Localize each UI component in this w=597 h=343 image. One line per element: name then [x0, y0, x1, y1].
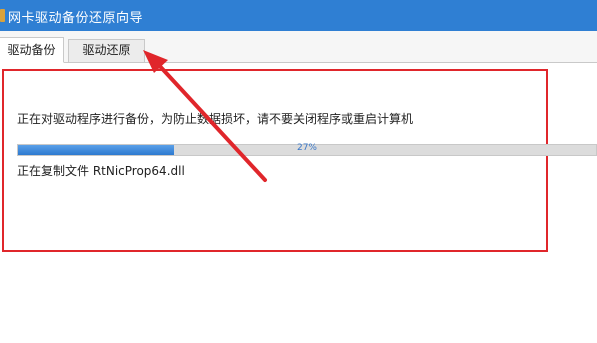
tab-driver-restore[interactable]: 驱动还原: [68, 39, 145, 62]
progress-bar: 27%: [17, 143, 597, 156]
app-icon: [0, 9, 5, 22]
tab-driver-backup[interactable]: 驱动备份: [0, 37, 64, 63]
window-title: 网卡驱动备份还原向导: [8, 11, 144, 26]
backup-status-message: 正在对驱动程序进行备份，为防止数据损坏，请不要关闭程序或重启计算机: [17, 112, 414, 126]
title-bar: 网卡驱动备份还原向导: [0, 0, 597, 31]
progress-percent-label: 27%: [296, 143, 317, 153]
annotation-highlight-box: [2, 69, 548, 252]
current-file-status: 正在复制文件 RtNicProp64.dll: [17, 164, 185, 178]
